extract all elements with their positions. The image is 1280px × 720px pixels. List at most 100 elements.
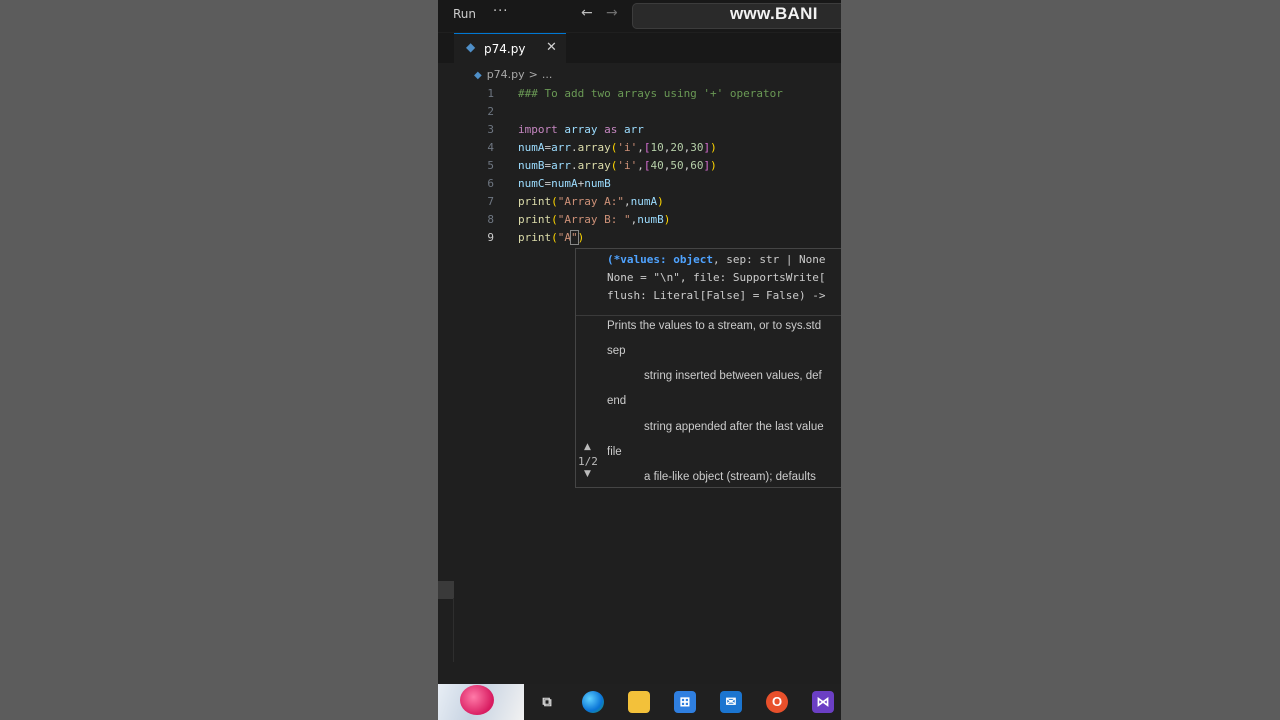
edge-icon[interactable] <box>582 691 604 713</box>
param-sep-name: sep <box>607 345 626 357</box>
param-sep-desc: string inserted between values, def <box>644 370 822 382</box>
signature-line-3: flush: Literal[False] = False) -> <box>607 289 826 302</box>
code-token: print <box>518 213 552 226</box>
code-token: numB <box>584 177 611 190</box>
code-token: ( <box>551 213 558 226</box>
code-token: ) <box>657 195 664 208</box>
code-line[interactable]: 6 numC=numA+numB <box>438 175 841 193</box>
run-menu[interactable]: Run <box>453 7 476 21</box>
line-number: 6 <box>487 177 494 190</box>
code-token: arr <box>617 123 644 136</box>
right-letterbox <box>841 0 1280 720</box>
chevron-up-icon[interactable]: ▲ <box>584 442 591 452</box>
title-bar: Run ··· ← → www.BANI <box>438 0 841 32</box>
breadcrumb-file[interactable]: p74.py <box>487 68 525 81</box>
microsoft-store-icon[interactable]: ⊞ <box>674 691 696 713</box>
code-line[interactable]: 5 numB=arr.array('i',[40,50,60]) <box>438 157 841 175</box>
code-token: ) <box>577 231 585 244</box>
code-token: numC <box>518 177 545 190</box>
mail-icon[interactable]: ✉ <box>720 691 742 713</box>
code-text: numB=arr.array('i',[40,50,60]) <box>518 159 717 172</box>
code-text: ### To add two arrays using '+' operator <box>518 87 783 100</box>
code-token: 'i' <box>617 159 638 172</box>
code-token: array <box>577 141 611 154</box>
code-line[interactable]: 8 print("Array B: ",numB) <box>438 211 841 229</box>
vscode-window: Run ··· ← → www.BANI ◆ p74.py ✕ ◆ p74.py >… <box>438 0 841 720</box>
code-text: print("Array A:",numA) <box>518 195 664 208</box>
watermark-text: www.BANI <box>730 4 818 23</box>
taskbar: ⧉ ⊞ ✉ O ⋈ <box>438 684 841 720</box>
python-file-icon: ◆ <box>474 70 482 81</box>
code-token: ) <box>710 159 717 172</box>
code-text: numA=arr.array('i',[10,20,30]) <box>518 141 717 154</box>
code-token: , <box>623 195 631 208</box>
code-token: 50 <box>670 159 684 172</box>
code-token: ( <box>551 231 558 244</box>
code-token: , <box>637 141 644 154</box>
code-token: numB <box>637 213 664 226</box>
param-end-desc: string appended after the last value <box>644 421 824 433</box>
signature-help-popup: ▲ 1/2 ▼ (*values: object, sep: str | Non… <box>575 248 841 488</box>
code-token: "Array B: " <box>557 213 631 226</box>
breadcrumb-separator: > <box>528 68 538 81</box>
breadcrumb: ◆ p74.py >... <box>474 68 552 84</box>
start-thumbnail[interactable] <box>438 684 524 720</box>
doc-summary: Prints the values to a stream, or to sys… <box>607 320 822 332</box>
line-number: 3 <box>487 123 494 136</box>
line-number: 1 <box>487 87 494 100</box>
param-end-name: end <box>607 395 627 407</box>
code-token: 'i' <box>617 141 638 154</box>
code-token: 20 <box>670 141 684 154</box>
code-line[interactable]: 1 ### To add two arrays using '+' operato… <box>438 85 841 103</box>
line-number: 9 <box>487 231 494 244</box>
code-token: print <box>518 231 552 244</box>
forward-arrow-icon[interactable]: → <box>606 5 618 21</box>
code-token: print <box>518 195 552 208</box>
tab-p74-py[interactable]: ◆ p74.py ✕ <box>454 33 566 64</box>
code-token: . <box>571 141 578 154</box>
code-token: [ <box>643 141 651 154</box>
code-line[interactable]: 7 print("Array A:",numA) <box>438 193 841 211</box>
python-file-icon: ◆ <box>466 40 476 54</box>
line-number: 7 <box>487 195 494 208</box>
back-arrow-icon[interactable]: ← <box>581 5 593 21</box>
code-token: , <box>637 159 644 172</box>
code-token: numA <box>630 195 658 208</box>
code-token: "Array A:" <box>557 195 624 208</box>
code-token: "A <box>557 231 571 244</box>
task-view-icon[interactable]: ⧉ <box>536 691 558 713</box>
code-token: ### To add two arrays using '+' operator <box>518 87 783 100</box>
code-line[interactable]: 9 print("A") <box>438 229 841 247</box>
scrollbar-thumb[interactable] <box>438 581 454 599</box>
code-token: arr <box>551 159 571 172</box>
param-file-desc: a file-like object (stream); defaults <box>644 471 816 483</box>
line-number: 4 <box>487 141 494 154</box>
divider <box>576 315 841 316</box>
divider <box>453 598 454 662</box>
code-token: numB <box>518 159 545 172</box>
office-icon[interactable]: O <box>766 691 788 713</box>
more-menu-icon[interactable]: ··· <box>493 4 508 19</box>
code-line[interactable]: 2 <box>438 103 841 121</box>
code-token: arr <box>551 141 571 154</box>
param-file-name: file <box>607 446 622 458</box>
active-parameter: (*values: object <box>607 253 713 266</box>
line-number: 2 <box>487 105 494 118</box>
code-token: 40 <box>650 159 664 172</box>
signature-line-2: None = "\n", file: SupportsWrite[ <box>607 271 826 284</box>
chevron-down-icon[interactable]: ▼ <box>584 469 591 479</box>
code-line[interactable]: 3 import array as arr <box>438 121 841 139</box>
breadcrumb-more[interactable]: ... <box>542 68 553 81</box>
code-token: numA <box>551 177 578 190</box>
code-token: 60 <box>690 159 704 172</box>
file-explorer-icon[interactable] <box>628 691 650 713</box>
visual-studio-icon[interactable]: ⋈ <box>812 691 834 713</box>
close-icon[interactable]: ✕ <box>546 40 557 55</box>
code-token: 10 <box>650 141 664 154</box>
code-token: 30 <box>690 141 704 154</box>
code-line[interactable]: 4 numA=arr.array('i',[10,20,30]) <box>438 139 841 157</box>
code-text: numC=numA+numB <box>518 177 611 190</box>
code-text: import array as arr <box>518 123 644 136</box>
signature-line-1-rest: , sep: str | None <box>712 253 826 266</box>
code-token: . <box>571 159 578 172</box>
